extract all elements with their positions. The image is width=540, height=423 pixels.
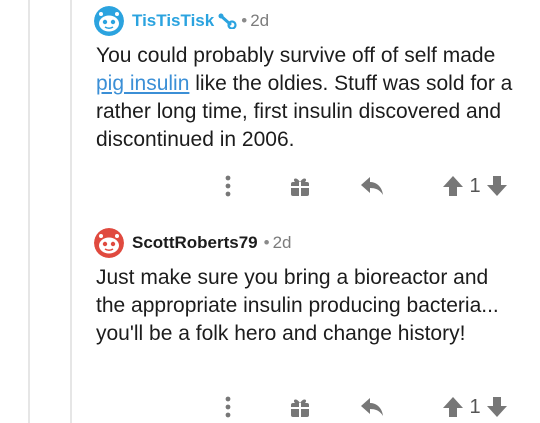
arrow-up-icon[interactable] xyxy=(442,396,464,418)
comment-body: You could probably survive off of self m… xyxy=(96,42,518,154)
gift-icon xyxy=(291,399,309,417)
reply-button[interactable] xyxy=(358,393,386,421)
comment: ScottRoberts79 • 2d Just make sure you b… xyxy=(94,228,518,348)
gift-icon xyxy=(291,178,309,196)
separator-dot: • xyxy=(263,233,270,252)
award-button[interactable] xyxy=(286,393,314,421)
arrow-down-icon[interactable] xyxy=(486,396,508,418)
vote-controls: 1 xyxy=(430,172,520,200)
avatar[interactable] xyxy=(94,228,124,258)
comment-header: ScottRoberts79 • 2d xyxy=(94,228,518,258)
award-button[interactable] xyxy=(286,172,314,200)
thread-line-outer[interactable] xyxy=(28,0,30,423)
username[interactable]: TisTisTisk xyxy=(132,11,214,31)
vote-controls: 1 xyxy=(430,393,520,421)
comment-body: Just make sure you bring a bioreactor an… xyxy=(96,266,499,345)
username[interactable]: ScottRoberts79 xyxy=(132,233,258,253)
comment-age: 2d xyxy=(250,11,270,30)
pig-insulin-link[interactable]: pig insulin xyxy=(96,72,189,95)
more-options-button[interactable] xyxy=(216,172,240,200)
comment-actions: 1 xyxy=(96,172,518,200)
reply-arrow-icon xyxy=(361,177,383,195)
arrow-down-icon[interactable] xyxy=(486,175,508,197)
comment-header: TisTisTisk • 2d xyxy=(94,6,518,36)
reply-arrow-icon xyxy=(361,398,383,416)
comment: TisTisTisk • 2d You could probably survi… xyxy=(94,6,518,154)
vertical-ellipsis-icon xyxy=(225,396,231,418)
separator-dot: • xyxy=(241,11,248,30)
reply-button[interactable] xyxy=(358,172,386,200)
comment-text: You could probably survive off of self m… xyxy=(96,44,496,67)
moderator-wrench-icon xyxy=(218,13,238,29)
vote-count: 1 xyxy=(469,174,481,197)
vote-count: 1 xyxy=(469,395,481,418)
comment-age: 2d xyxy=(272,233,292,252)
arrow-up-icon[interactable] xyxy=(442,175,464,197)
more-options-button[interactable] xyxy=(216,393,240,421)
comment-actions: 1 xyxy=(96,393,518,421)
vertical-ellipsis-icon xyxy=(225,175,231,197)
thread-line-inner[interactable] xyxy=(70,0,72,423)
avatar[interactable] xyxy=(94,6,124,36)
